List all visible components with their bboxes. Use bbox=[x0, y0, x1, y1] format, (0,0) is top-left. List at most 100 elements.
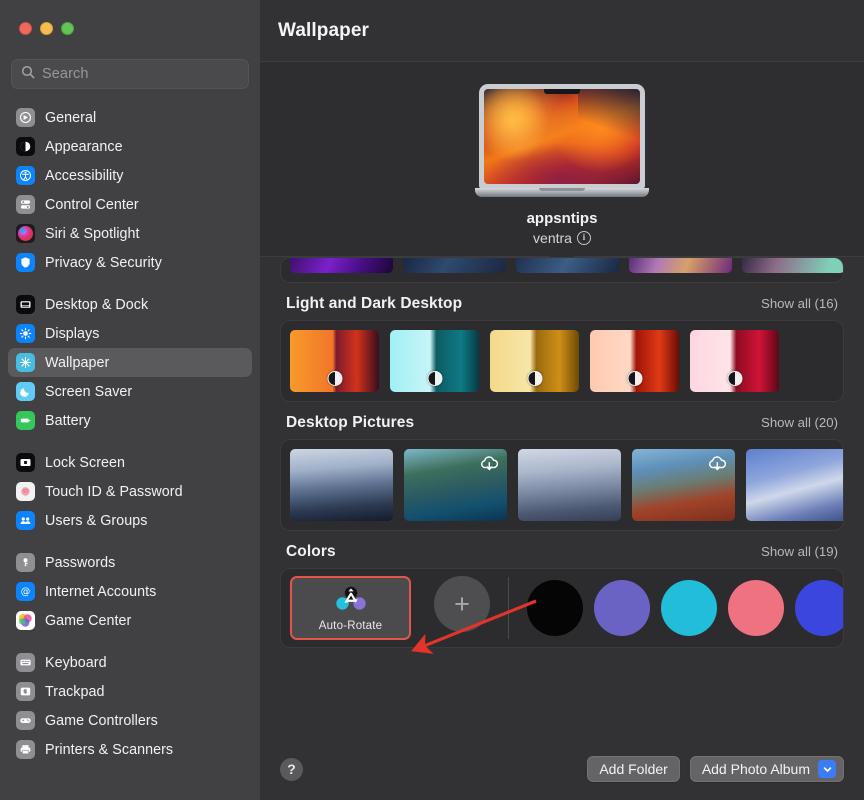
sidebar-item-label: Displays bbox=[45, 325, 100, 342]
thumbnail-ventura-orange[interactable] bbox=[290, 330, 379, 392]
thumbnail-iceberg[interactable] bbox=[746, 449, 843, 521]
internet-accounts-icon: @ bbox=[16, 582, 35, 601]
trackpad-icon bbox=[16, 682, 35, 701]
accessibility-icon bbox=[16, 166, 35, 185]
preview-wallpaper-image bbox=[484, 89, 640, 184]
sidebar-item-siri-spotlight[interactable]: Siri & Spotlight bbox=[8, 219, 252, 248]
control-center-icon bbox=[16, 195, 35, 214]
auto-rotate-tile[interactable]: Auto-Rotate bbox=[290, 576, 411, 640]
thumbnail[interactable] bbox=[516, 258, 619, 273]
color-swatch-blue[interactable] bbox=[795, 580, 843, 636]
sidebar-item-wallpaper[interactable]: Wallpaper bbox=[8, 348, 252, 377]
color-swatch-purple[interactable] bbox=[594, 580, 650, 636]
keyboard-icon bbox=[16, 653, 35, 672]
color-swatch-cyan[interactable] bbox=[661, 580, 717, 636]
cloud-download-icon[interactable] bbox=[707, 455, 728, 472]
add-folder-label: Add Folder bbox=[599, 761, 668, 777]
sidebar-item-label: Printers & Scanners bbox=[45, 741, 174, 758]
sidebar-item-internet-accounts[interactable]: @ Internet Accounts bbox=[8, 577, 252, 606]
section-title: Colors bbox=[286, 543, 336, 560]
laptop-lid bbox=[479, 84, 645, 188]
show-all-link[interactable]: Show all (16) bbox=[761, 296, 838, 311]
thumbnail-ventura-yellow[interactable] bbox=[490, 330, 579, 392]
color-swatch-black[interactable] bbox=[527, 580, 583, 636]
cloud-download-icon[interactable] bbox=[479, 455, 500, 472]
light-dark-badge bbox=[427, 371, 442, 386]
sidebar-item-label: Game Controllers bbox=[45, 712, 158, 729]
sidebar-item-privacy-security[interactable]: Privacy & Security bbox=[8, 248, 252, 277]
thumbnail-ventura-coral[interactable] bbox=[590, 330, 679, 392]
show-all-link[interactable]: Show all (20) bbox=[761, 415, 838, 430]
sidebar-item-printers-scanners[interactable]: Printers & Scanners bbox=[8, 735, 252, 764]
printers-icon bbox=[16, 740, 35, 759]
sidebar-item-screen-saver[interactable]: Screen Saver bbox=[8, 377, 252, 406]
sidebar-item-keyboard[interactable]: Keyboard bbox=[8, 648, 252, 677]
traffic-lights bbox=[0, 0, 260, 46]
sidebar-item-displays[interactable]: Displays bbox=[8, 319, 252, 348]
section-header: Colors Show all (19) bbox=[280, 543, 844, 568]
thumbnail[interactable] bbox=[403, 258, 506, 273]
page-title: Wallpaper bbox=[278, 19, 369, 41]
thumbnail-tray bbox=[280, 320, 844, 402]
add-color-button[interactable]: + bbox=[434, 576, 490, 632]
game-controllers-icon bbox=[16, 711, 35, 730]
search-placeholder: Search bbox=[42, 66, 89, 82]
sidebar-item-label: Wallpaper bbox=[45, 354, 110, 371]
help-button[interactable]: ? bbox=[280, 757, 303, 781]
nav-group-3: Lock Screen Touch ID & Password Users & … bbox=[0, 448, 260, 535]
light-dark-badge bbox=[327, 371, 342, 386]
privacy-icon bbox=[16, 253, 35, 272]
displays-icon bbox=[16, 324, 35, 343]
nav-group-1: General Appearance Accessibility Control… bbox=[0, 103, 260, 277]
touch-id-icon bbox=[16, 482, 35, 501]
search-field[interactable]: Search bbox=[11, 59, 249, 89]
show-all-link[interactable]: Show all (19) bbox=[761, 544, 838, 559]
sidebar-item-battery[interactable]: Battery bbox=[8, 406, 252, 435]
sidebar-item-game-controllers[interactable]: Game Controllers bbox=[8, 706, 252, 735]
sidebar-item-label: Keyboard bbox=[45, 654, 107, 671]
thumbnail[interactable] bbox=[290, 258, 393, 273]
sidebar-item-touch-id[interactable]: Touch ID & Password bbox=[8, 477, 252, 506]
svg-text:@: @ bbox=[21, 587, 31, 598]
sidebar-item-passwords[interactable]: Passwords bbox=[8, 548, 252, 577]
sidebar-item-trackpad[interactable]: Trackpad bbox=[8, 677, 252, 706]
thumbnail-ventura-teal[interactable] bbox=[390, 330, 479, 392]
close-button[interactable] bbox=[19, 22, 32, 35]
color-swatch-salmon[interactable] bbox=[728, 580, 784, 636]
thumbnail-ventura-pink[interactable] bbox=[690, 330, 779, 392]
nav-group-4: Passwords @ Internet Accounts Game Cente… bbox=[0, 548, 260, 635]
plus-icon: + bbox=[454, 588, 470, 619]
sidebar-item-control-center[interactable]: Control Center bbox=[8, 190, 252, 219]
nav-group-5: Keyboard Trackpad Game Controllers Print… bbox=[0, 648, 260, 764]
scrolled-tray-dynamic-wallpapers[interactable] bbox=[280, 257, 844, 283]
passwords-icon bbox=[16, 553, 35, 572]
lock-screen-icon bbox=[16, 453, 35, 472]
add-photo-album-button[interactable]: Add Photo Album bbox=[689, 756, 844, 782]
sidebar-item-general[interactable]: General bbox=[8, 103, 252, 132]
sidebar-item-accessibility[interactable]: Accessibility bbox=[8, 161, 252, 190]
minimize-button[interactable] bbox=[40, 22, 53, 35]
sidebar-item-game-center[interactable]: Game Center bbox=[8, 606, 252, 635]
footer-toolbar: ? Add Folder Add Photo Album bbox=[260, 738, 864, 800]
thumbnail[interactable] bbox=[742, 258, 843, 273]
thumbnail[interactable] bbox=[629, 258, 732, 273]
device-name: appsntips bbox=[526, 210, 598, 227]
zoom-button[interactable] bbox=[61, 22, 74, 35]
wallpaper-name-row: ventra i bbox=[533, 230, 591, 246]
users-groups-icon bbox=[16, 511, 35, 530]
thumbnail-catalina-coast[interactable] bbox=[404, 449, 507, 521]
section-colors: Colors Show all (19) Auto-Rotate + bbox=[280, 543, 844, 648]
thumbnail-sonoma-cliffs[interactable] bbox=[632, 449, 735, 521]
info-icon[interactable]: i bbox=[576, 231, 591, 245]
screen-saver-icon bbox=[16, 382, 35, 401]
notch bbox=[544, 89, 580, 94]
thumbnail-monterey-mountains[interactable] bbox=[290, 449, 393, 521]
chevron-down-icon[interactable] bbox=[818, 760, 836, 778]
add-folder-button[interactable]: Add Folder bbox=[587, 756, 680, 782]
sidebar-item-users-groups[interactable]: Users & Groups bbox=[8, 506, 252, 535]
sidebar-item-lock-screen[interactable]: Lock Screen bbox=[8, 448, 252, 477]
light-dark-badge bbox=[627, 371, 642, 386]
sidebar-item-appearance[interactable]: Appearance bbox=[8, 132, 252, 161]
sidebar-item-desktop-dock[interactable]: Desktop & Dock bbox=[8, 290, 252, 319]
thumbnail-big-sur-rocks[interactable] bbox=[518, 449, 621, 521]
